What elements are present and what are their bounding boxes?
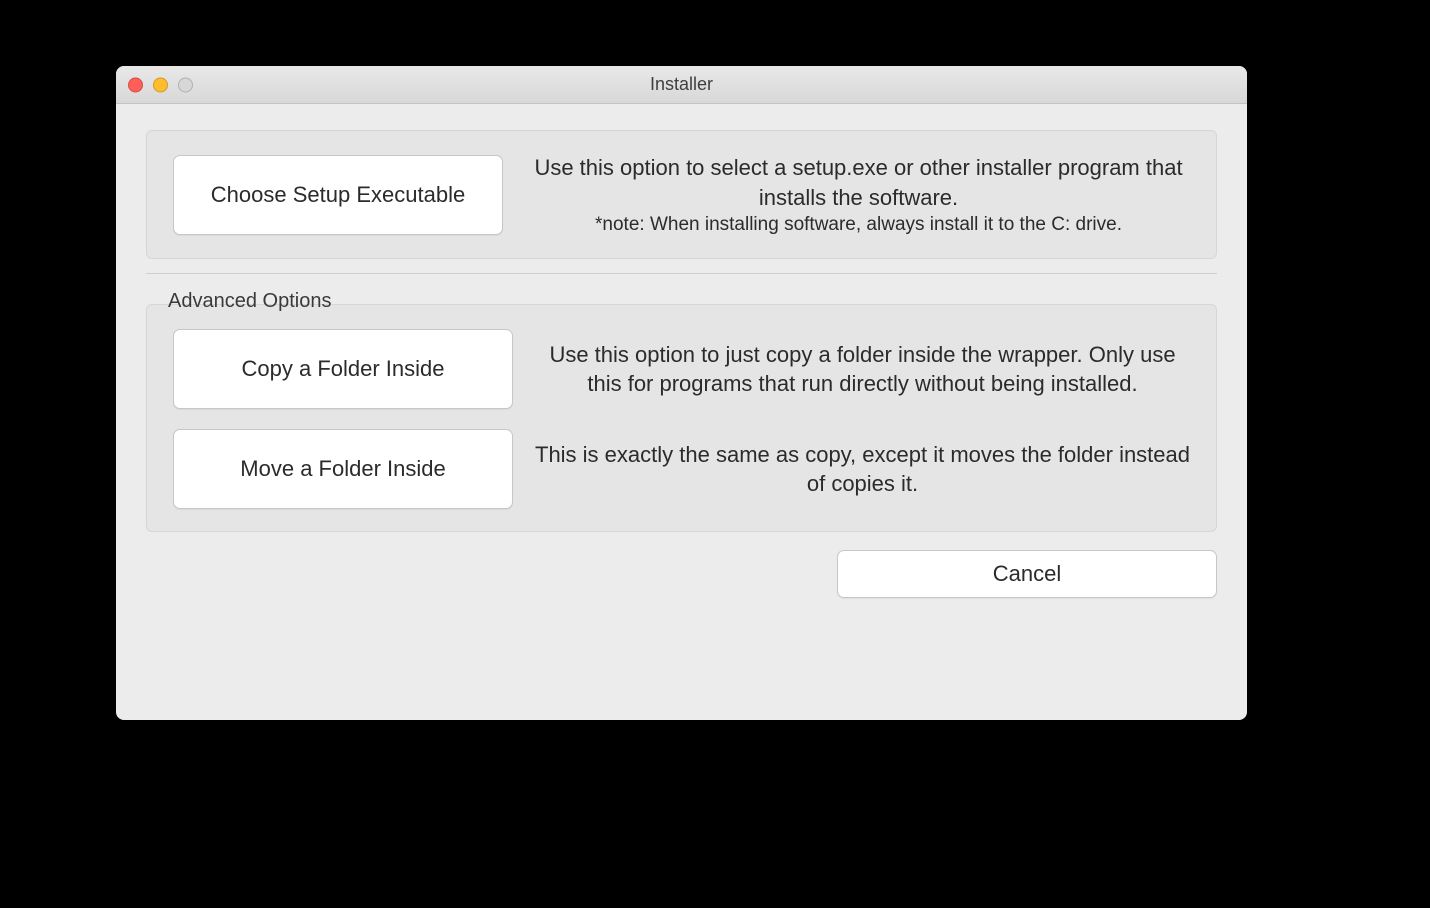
titlebar: Installer bbox=[116, 66, 1247, 104]
copy-folder-description: Use this option to just copy a folder in… bbox=[535, 340, 1190, 399]
window-title: Installer bbox=[650, 74, 713, 95]
installer-window: Installer Choose Setup Executable Use th… bbox=[116, 66, 1247, 720]
copy-folder-text: Use this option to just copy a folder in… bbox=[535, 340, 1190, 399]
window-controls bbox=[128, 77, 193, 92]
footer-row: Cancel bbox=[146, 550, 1217, 598]
advanced-group: Copy a Folder Inside Use this option to … bbox=[146, 304, 1217, 532]
divider bbox=[146, 273, 1217, 274]
move-folder-button[interactable]: Move a Folder Inside bbox=[173, 429, 513, 509]
primary-group: Choose Setup Executable Use this option … bbox=[146, 130, 1217, 259]
choose-setup-note: *note: When installing software, always … bbox=[527, 214, 1190, 236]
advanced-section: Advanced Options Copy a Folder Inside Us… bbox=[146, 304, 1217, 532]
zoom-icon[interactable] bbox=[178, 77, 193, 92]
move-folder-description: This is exactly the same as copy, except… bbox=[535, 440, 1190, 499]
close-icon[interactable] bbox=[128, 77, 143, 92]
move-folder-text: This is exactly the same as copy, except… bbox=[535, 440, 1190, 499]
cancel-button[interactable]: Cancel bbox=[837, 550, 1217, 598]
choose-setup-text: Use this option to select a setup.exe or… bbox=[527, 153, 1190, 212]
choose-setup-description: Use this option to select a setup.exe or… bbox=[527, 153, 1190, 236]
choose-setup-button[interactable]: Choose Setup Executable bbox=[173, 155, 503, 235]
content-area: Choose Setup Executable Use this option … bbox=[116, 104, 1247, 620]
copy-folder-button[interactable]: Copy a Folder Inside bbox=[173, 329, 513, 409]
advanced-options-label: Advanced Options bbox=[166, 290, 333, 313]
minimize-icon[interactable] bbox=[153, 77, 168, 92]
